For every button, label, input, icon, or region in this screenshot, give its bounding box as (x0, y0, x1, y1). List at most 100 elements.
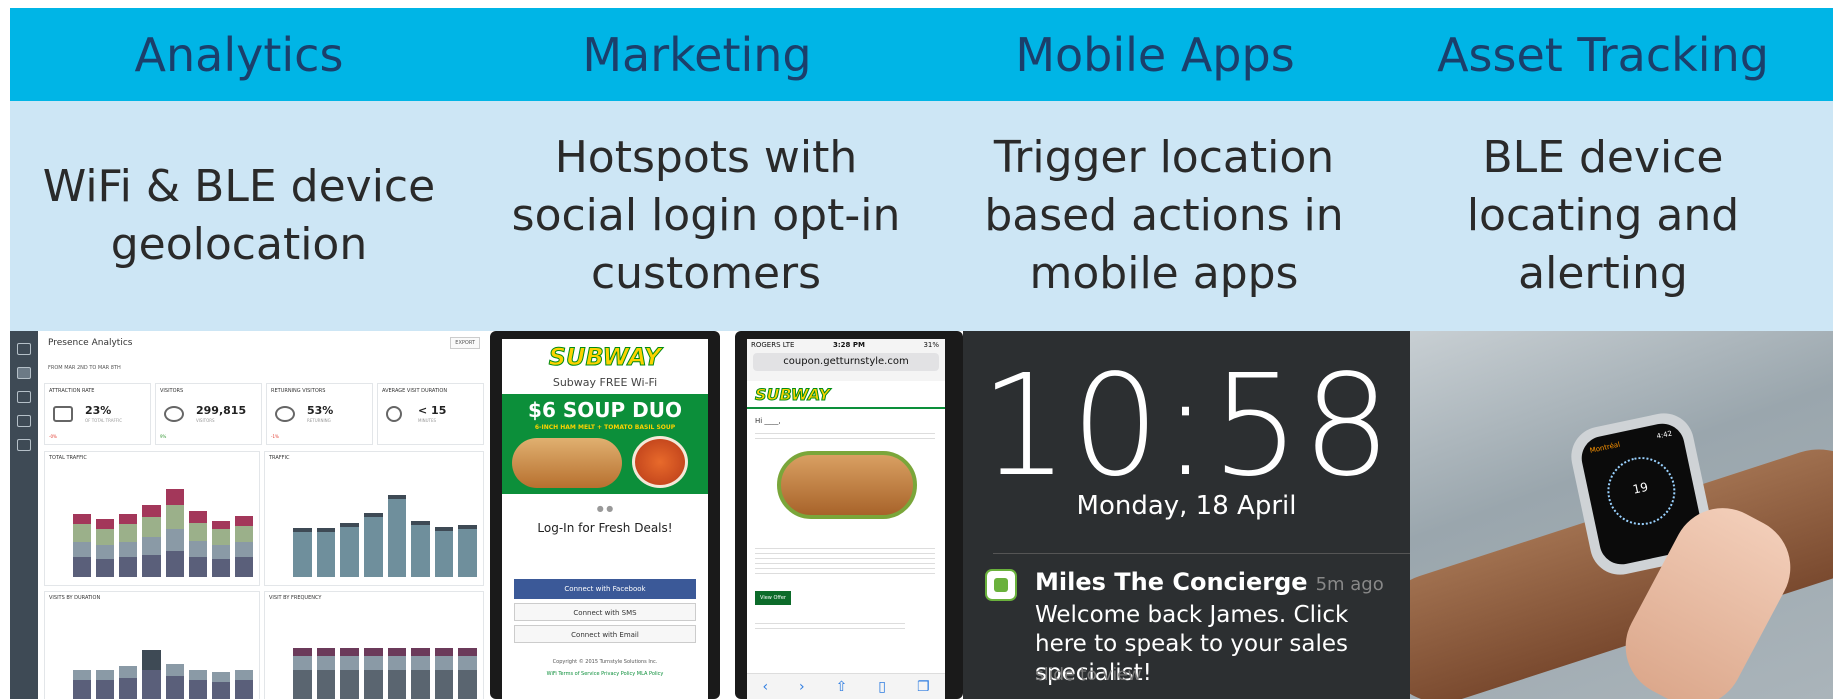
promo-price: $6 (528, 398, 556, 422)
traffic-panel: TRAFFIC (264, 451, 484, 586)
copyright: Copyright © 2015 Turnstyle Solutions Inc… (552, 659, 658, 665)
export-button[interactable]: EXPORT (450, 337, 480, 349)
kpi-change: -0% (49, 434, 57, 439)
forward-icon[interactable]: › (799, 679, 805, 695)
lock-date: Monday, 18 April (1076, 491, 1297, 521)
offer-text (755, 544, 935, 574)
total-traffic-panel: TOTAL TRAFFIC (44, 451, 260, 586)
kpi-label: AVERAGE VISIT DURATION (382, 388, 448, 394)
login-title: Log-In for Fresh Deals! (537, 521, 673, 535)
slide-to-view-hint[interactable]: slide to view (1035, 665, 1142, 685)
soup-image (632, 436, 688, 488)
sandwich-image (777, 451, 917, 519)
bar (142, 650, 161, 699)
phone-coupon: ROGERS LTE 3:28 PM 31% coupon.getturnsty… (735, 331, 963, 699)
analytics-icon[interactable] (17, 367, 31, 379)
bookmarks-icon[interactable]: ▯ (878, 679, 886, 695)
stacked-bar-chart (73, 487, 253, 577)
tabs-icon[interactable]: ❐ (917, 679, 930, 695)
dashboard-main: Presence Analytics EXPORT FROM MAR 2ND T… (38, 331, 488, 699)
kpi-value: 299,815 (196, 404, 247, 417)
bar (340, 648, 359, 699)
panel-title: TRAFFIC (269, 455, 290, 461)
bar (411, 648, 430, 699)
bar (119, 514, 138, 577)
phone-wifi-login: SUBWAY Subway FREE Wi-Fi $6 SOUP DUO 6-I… (490, 331, 720, 699)
clock-icon (386, 406, 402, 422)
slide: Analytics Marketing Mobile Apps Asset Tr… (10, 8, 1833, 699)
kpi-label: VISITORS (160, 388, 184, 394)
bar (316, 528, 336, 577)
bar-chart (293, 487, 477, 577)
email-connect-button[interactable]: Connect with Email (514, 625, 696, 643)
kpi-sub: RETURNING (307, 418, 331, 423)
kpi-change: 9% (160, 434, 167, 439)
marketing-icon[interactable] (17, 391, 31, 403)
policy-links[interactable]: WiFi Terms of Service Privacy Policy MLA… (502, 671, 708, 677)
lock-time: 10:58 (979, 345, 1394, 508)
returning-people-icon (275, 406, 295, 422)
bar (363, 648, 383, 699)
kpi-value: < 15 (418, 404, 447, 417)
dashboard-icon[interactable] (17, 343, 31, 355)
bar (234, 670, 253, 699)
bar (188, 670, 207, 699)
desc-text: Hotspots with social login opt-in custom… (511, 132, 901, 299)
view-offer-button[interactable]: View Offer (755, 591, 791, 605)
desc-text: Trigger location based actions in mobile… (984, 132, 1344, 299)
guest-wifi-icon[interactable] (17, 415, 31, 427)
sandwich-image (512, 438, 622, 488)
dashboard-title: Presence Analytics (48, 338, 133, 348)
carousel-dots[interactable]: ● ● (502, 504, 708, 513)
column-desc-asset-tracking: BLE device locating and alerting (1374, 101, 1832, 331)
intro-text (755, 429, 935, 443)
people-icon (164, 406, 184, 422)
column-desc-analytics: WiFi & BLE device geolocation (10, 101, 468, 331)
battery-status: 31% (923, 341, 939, 349)
smartwatch-photo: Montréal 4:42 19 (1410, 331, 1833, 699)
column-title-marketing: Marketing (582, 28, 812, 82)
panel-title: VISIT BY FREQUENCY (269, 595, 322, 601)
bar (387, 495, 407, 577)
carrier-status: ROGERS LTE (751, 341, 795, 349)
visit-by-frequency-panel: VISIT BY FREQUENCY (264, 591, 484, 699)
kpi-sub: VISITORS (196, 418, 215, 423)
bar (165, 489, 184, 577)
concierge-app-icon (985, 569, 1017, 601)
bar (142, 505, 161, 577)
kpi-tile: RETURNING VISITORS 53% RETURNING -1% (266, 383, 373, 445)
desc-text: BLE device locating and alerting (1466, 132, 1740, 299)
dashboard-sidebar (10, 331, 38, 699)
subway-logo: SUBWAY (754, 385, 831, 405)
browser-toolbar: ‹ › ⇧ ▯ ❐ (747, 673, 945, 699)
kpi-label: RETURNING VISITORS (271, 388, 326, 394)
wifi-title: Subway FREE Wi-Fi (552, 376, 658, 389)
bar (458, 648, 477, 699)
bar (165, 664, 184, 699)
bar (434, 527, 454, 577)
share-icon[interactable]: ⇧ (836, 679, 848, 695)
bar (340, 523, 359, 577)
promo-headline: $6 SOUP DUO (502, 398, 708, 422)
date-range[interactable]: FROM MAR 2ND TO MAR 8TH (48, 365, 121, 371)
phone-screen: ROGERS LTE 3:28 PM 31% coupon.getturnsty… (747, 339, 945, 699)
sms-connect-button[interactable]: Connect with SMS (514, 603, 696, 621)
kpi-change: -1% (271, 434, 279, 439)
bar (363, 513, 383, 577)
notification-title[interactable]: Miles The Concierge 5m ago (1035, 568, 1384, 596)
kpi-value: 23% (85, 404, 112, 417)
kpi-tile: ATTRACTION RATE 23% OF TOTAL TRAFFIC -0% (44, 383, 151, 445)
kpi-value: 53% (307, 404, 334, 417)
promo-banner: $6 SOUP DUO 6-INCH HAM MELT + TOMATO BAS… (502, 394, 708, 494)
visits-by-duration-panel: VISITS BY DURATION (44, 591, 260, 699)
profile-icon[interactable] (17, 439, 31, 451)
column-desc-marketing: Hotspots with social login opt-in custom… (477, 101, 935, 331)
bar (188, 511, 207, 577)
bar (96, 519, 115, 577)
bar (73, 514, 92, 577)
notification-age: 5m ago (1315, 574, 1384, 595)
back-icon[interactable]: ‹ (762, 679, 768, 695)
facebook-connect-button[interactable]: Connect with Facebook (514, 579, 696, 599)
watch-time: 4:42 (1655, 429, 1673, 441)
url-bar[interactable]: coupon.getturnstyle.com (753, 353, 939, 371)
